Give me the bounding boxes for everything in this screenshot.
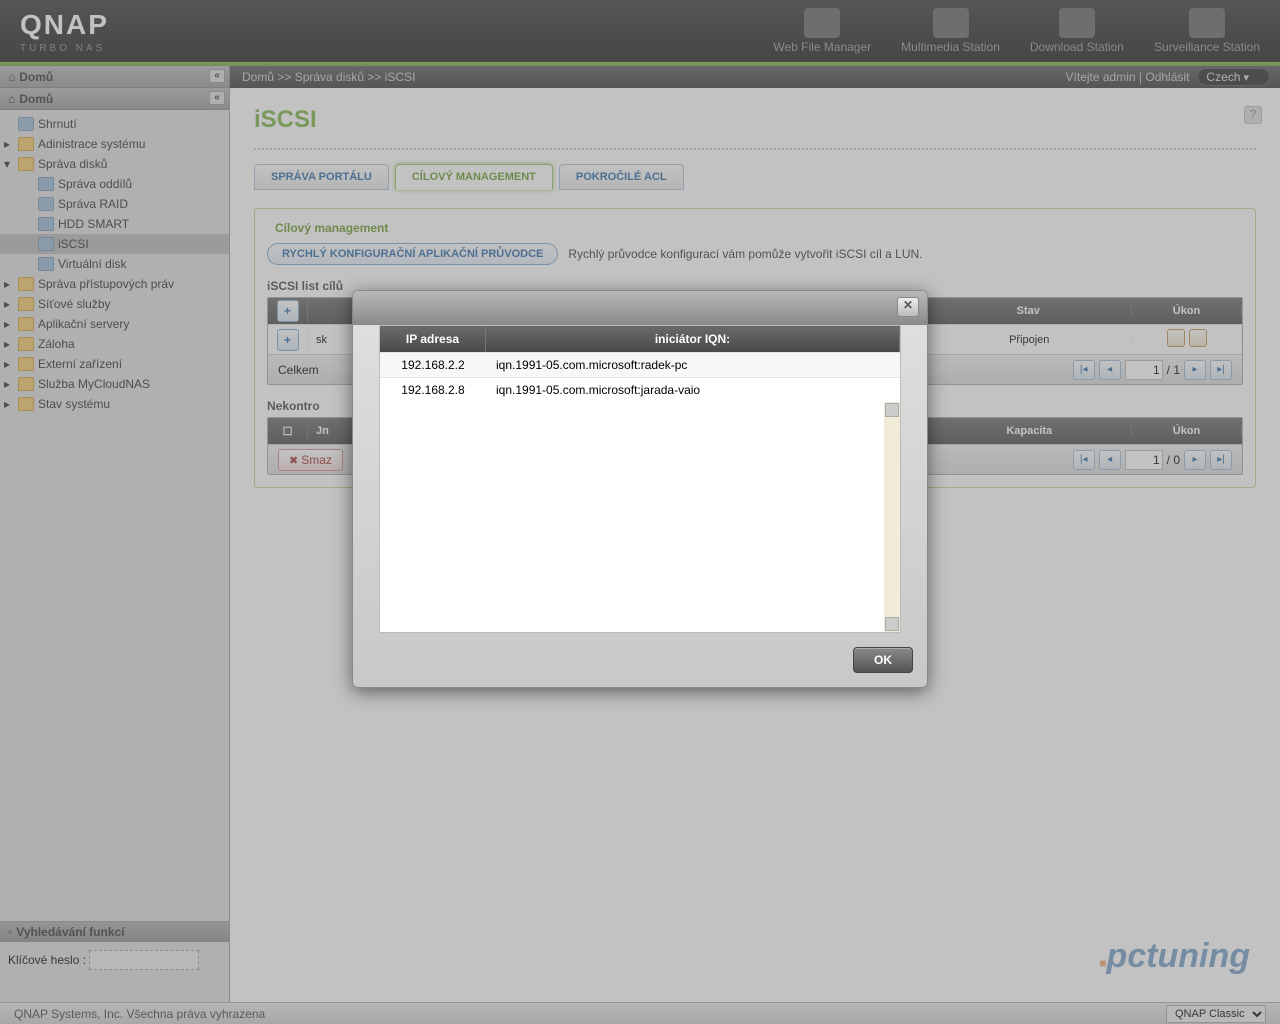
ok-button[interactable]: OK (853, 647, 913, 673)
initiator-modal: ✕ IP adresa iniciátor IQN: 192.168.2.2iq… (352, 290, 928, 688)
table-row[interactable]: 192.168.2.8iqn.1991-05.com.microsoft:jar… (380, 377, 900, 402)
table-row[interactable]: 192.168.2.2iqn.1991-05.com.microsoft:rad… (380, 352, 900, 377)
modal-table-header: IP adresa iniciátor IQN: (380, 326, 900, 352)
close-icon[interactable]: ✕ (897, 297, 919, 317)
modal-titlebar: ✕ (353, 291, 927, 325)
scrollbar[interactable] (884, 402, 900, 632)
modal-scroll-area (380, 402, 900, 632)
modal-overlay: ✕ IP adresa iniciátor IQN: 192.168.2.2iq… (0, 0, 1280, 1024)
scroll-down-icon[interactable] (885, 617, 899, 631)
scroll-up-icon[interactable] (885, 403, 899, 417)
